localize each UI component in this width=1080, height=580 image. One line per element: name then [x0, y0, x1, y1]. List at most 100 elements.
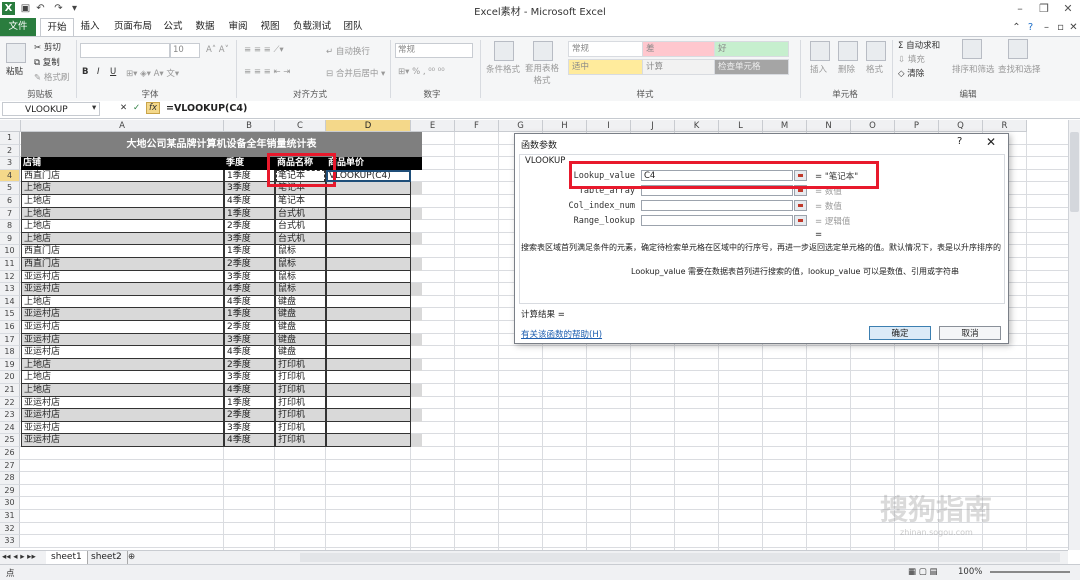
table-cell[interactable]: 打印机: [275, 396, 326, 410]
column-header-h[interactable]: H: [543, 120, 587, 132]
arg-input-col-index-num[interactable]: [641, 200, 793, 211]
find-select-button[interactable]: 查找和选择: [998, 63, 1041, 75]
table-cell[interactable]: 上地店: [21, 195, 224, 208]
binoculars-icon[interactable]: [1008, 39, 1028, 59]
cancel-icon[interactable]: ✕: [120, 103, 127, 113]
table-cell[interactable]: 2季度: [224, 258, 275, 271]
copy-button[interactable]: ⧉ 复制: [34, 56, 60, 68]
column-header-q[interactable]: Q: [939, 120, 983, 132]
column-header-p[interactable]: P: [895, 120, 939, 132]
tab-file[interactable]: 文件: [0, 18, 36, 36]
style-neutral[interactable]: 适中: [568, 59, 643, 75]
select-all-button[interactable]: [0, 120, 21, 132]
table-cell[interactable]: 亚运村店: [21, 321, 224, 334]
table-cell[interactable]: 上地店: [21, 232, 224, 246]
table-cell[interactable]: 键盘: [275, 333, 326, 347]
align-left-icon[interactable]: ≡ ≡ ≡ ⇤ ⇥: [244, 67, 290, 77]
collapse-dialog-icon[interactable]: [794, 200, 807, 211]
active-cell[interactable]: [326, 169, 411, 183]
table-cell[interactable]: 打印机: [275, 434, 326, 447]
table-cell[interactable]: 鼠标: [275, 258, 326, 271]
row-header[interactable]: 7: [0, 207, 20, 221]
fill-button[interactable]: ⇩ 填充: [898, 53, 925, 65]
table-cell[interactable]: [326, 384, 411, 397]
row-header[interactable]: 22: [0, 396, 20, 410]
row-header[interactable]: 27: [0, 459, 20, 473]
row-header[interactable]: 28: [0, 472, 20, 485]
style-bad[interactable]: 差: [642, 41, 715, 57]
table-format-button[interactable]: 套用表格格式: [524, 63, 560, 87]
percent-button[interactable]: %: [412, 67, 420, 77]
table-cell[interactable]: 1季度: [224, 207, 275, 221]
table-cell[interactable]: 上地店: [21, 207, 224, 221]
row-header[interactable]: 8: [0, 220, 20, 233]
row-header[interactable]: 13: [0, 283, 20, 296]
table-cell[interactable]: [326, 232, 411, 246]
tab-insert[interactable]: 插入: [76, 18, 104, 36]
table-cell[interactable]: 上地店: [21, 295, 224, 309]
column-header-o[interactable]: O: [851, 120, 895, 132]
table-cell[interactable]: 亚运村店: [21, 333, 224, 347]
table-format-icon[interactable]: [533, 41, 553, 61]
table-cell[interactable]: 笔记本: [275, 195, 326, 208]
table-cell[interactable]: 西直门店: [21, 245, 224, 258]
table-cell[interactable]: 1季度: [224, 245, 275, 258]
style-check-cell[interactable]: 检查单元格: [714, 59, 789, 75]
table-cell[interactable]: 1季度: [224, 396, 275, 410]
table-cell[interactable]: 亚运村店: [21, 396, 224, 410]
tab-view[interactable]: 视图: [257, 18, 283, 36]
column-header-r[interactable]: R: [983, 120, 1027, 132]
tab-data[interactable]: 数据: [192, 18, 218, 36]
paste-button[interactable]: 粘贴: [6, 65, 23, 77]
table-cell[interactable]: 键盘: [275, 308, 326, 321]
tab-home[interactable]: 开始: [40, 18, 74, 36]
table-cell[interactable]: 鼠标: [275, 245, 326, 258]
italic-button[interactable]: I: [97, 67, 100, 77]
table-cell[interactable]: 3季度: [224, 270, 275, 284]
row-header[interactable]: 23: [0, 409, 20, 422]
row-header[interactable]: 29: [0, 484, 20, 498]
table-cell[interactable]: [326, 195, 411, 208]
close-button[interactable]: ✕: [1056, 0, 1080, 18]
conditional-format-button[interactable]: 条件格式: [486, 63, 520, 75]
doc-minimize-icon[interactable]: –: [1040, 21, 1053, 34]
table-cell[interactable]: [326, 358, 411, 372]
row-header[interactable]: 26: [0, 447, 20, 460]
formula-input[interactable]: =VLOOKUP(C4): [166, 103, 247, 114]
sort-filter-icon[interactable]: [962, 39, 982, 59]
table-cell[interactable]: 上地店: [21, 220, 224, 233]
help-icon[interactable]: ?: [1024, 21, 1037, 34]
table-cell[interactable]: [326, 295, 411, 309]
zoom-slider[interactable]: [990, 571, 1070, 573]
row-header[interactable]: 3: [0, 157, 20, 170]
table-cell[interactable]: [326, 409, 411, 422]
row-header[interactable]: 16: [0, 321, 20, 334]
table-cell[interactable]: 亚运村店: [21, 346, 224, 359]
table-cell[interactable]: 4季度: [224, 346, 275, 359]
format-painter-button[interactable]: ✎ 格式刷: [34, 71, 69, 83]
tab-review[interactable]: 审阅: [225, 18, 251, 36]
table-cell[interactable]: 台式机: [275, 207, 326, 221]
row-header[interactable]: 4: [0, 169, 20, 183]
zoom-level[interactable]: 100%: [958, 567, 982, 577]
table-cell[interactable]: 4季度: [224, 195, 275, 208]
table-cell[interactable]: 2季度: [224, 358, 275, 372]
font-size-select[interactable]: 10: [170, 43, 200, 58]
ok-button[interactable]: 确定: [869, 326, 931, 340]
style-good[interactable]: 好: [714, 41, 789, 57]
table-cell[interactable]: 打印机: [275, 358, 326, 372]
scrollbar-thumb[interactable]: [1070, 132, 1079, 212]
row-header[interactable]: 32: [0, 522, 20, 536]
table-cell[interactable]: 2季度: [224, 409, 275, 422]
table-cell[interactable]: 打印机: [275, 421, 326, 435]
collapse-dialog-icon[interactable]: [794, 215, 807, 226]
row-header[interactable]: 14: [0, 295, 20, 309]
row-header[interactable]: 5: [0, 182, 20, 195]
column-header-e[interactable]: E: [411, 120, 455, 132]
table-cell[interactable]: 亚运村店: [21, 270, 224, 284]
row-header[interactable]: 18: [0, 346, 20, 359]
paste-icon[interactable]: [6, 43, 26, 63]
insert-function-button[interactable]: fx: [146, 102, 161, 114]
table-cell[interactable]: [326, 182, 411, 195]
table-cell[interactable]: [326, 371, 411, 384]
